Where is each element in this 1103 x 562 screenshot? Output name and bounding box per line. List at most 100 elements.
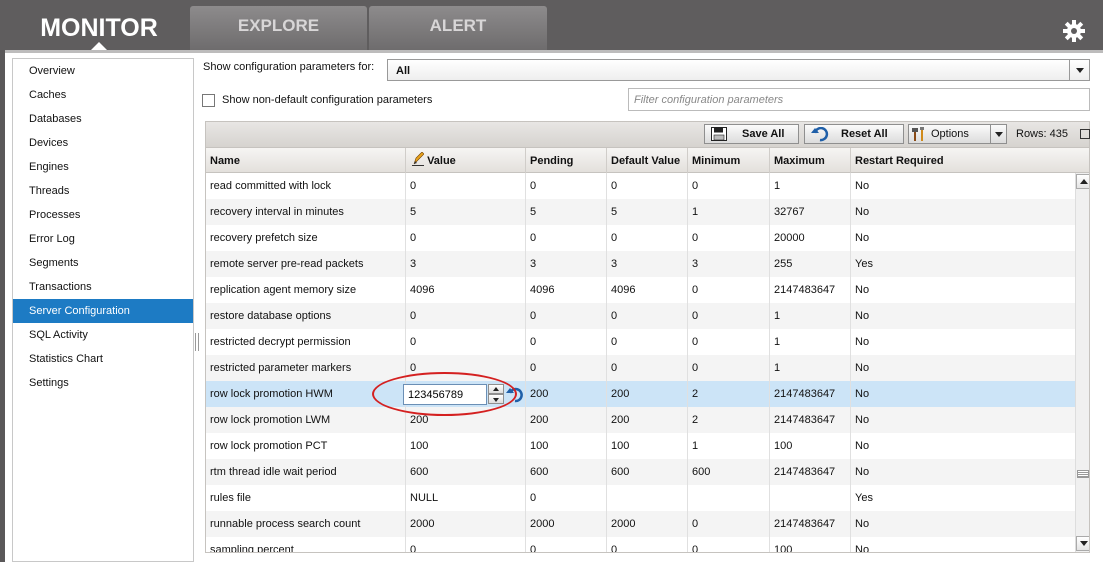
cell-value[interactable]: 200 <box>406 407 526 433</box>
cell-name: replication agent memory size <box>206 277 406 303</box>
column-header-name[interactable]: Name <box>206 148 406 173</box>
sidebar-item-server-configuration[interactable]: Server Configuration <box>13 299 193 323</box>
cell-value[interactable]: 4096 <box>406 277 526 303</box>
cell-maximum: 100 <box>770 433 851 459</box>
main-panel: Show configuration parameters for: All S… <box>200 53 1103 562</box>
table-row[interactable]: restore database options 0 0 0 0 1 No <box>206 303 1075 329</box>
cell-pending: 5 <box>526 199 607 225</box>
cell-value[interactable]: 100 <box>406 433 526 459</box>
cell-default: 0 <box>607 225 688 251</box>
nondefault-checkbox[interactable] <box>202 94 215 107</box>
tab-alert[interactable]: ALERT <box>369 6 547 50</box>
tab-monitor-label: MONITOR <box>40 14 158 42</box>
table-row[interactable]: row lock promotion PCT 100 100 100 1 100 No <box>206 433 1075 459</box>
filter-input[interactable] <box>628 88 1090 111</box>
table-row[interactable]: recovery interval in minutes 5 5 5 1 32767 No <box>206 199 1075 225</box>
maximize-icon[interactable] <box>1080 129 1090 139</box>
options-button[interactable]: Options <box>908 124 1007 144</box>
tools-icon <box>912 127 924 141</box>
cell-maximum: 32767 <box>770 199 851 225</box>
table-row[interactable]: rtm thread idle wait period 600 600 600 600 2… <box>206 459 1075 485</box>
cell-value[interactable]: 0 <box>406 303 526 329</box>
value-stepper[interactable] <box>488 384 504 405</box>
scroll-down-icon[interactable] <box>1076 536 1089 551</box>
sidebar-item-segments[interactable]: Segments <box>13 251 193 275</box>
column-header-pending[interactable]: Pending <box>526 148 607 173</box>
column-header-maximum[interactable]: Maximum <box>770 148 851 173</box>
save-all-label: Save All <box>742 128 785 140</box>
sidebar-item-threads[interactable]: Threads <box>13 179 193 203</box>
options-dropdown-chevron-down-icon[interactable] <box>990 125 1006 143</box>
scroll-up-icon[interactable] <box>1076 174 1089 189</box>
column-header-default-value[interactable]: Default Value <box>607 148 688 173</box>
cell-minimum: 1 <box>688 433 770 459</box>
table-row[interactable]: runnable process search count 2000 2000 200… <box>206 511 1075 537</box>
sidebar-item-processes[interactable]: Processes <box>13 203 193 227</box>
revert-value-icon[interactable] <box>506 386 524 403</box>
grid-toolbar: Save All Reset All Options Rows: 435 <box>205 121 1090 147</box>
tab-explore[interactable]: EXPLORE <box>190 6 367 50</box>
sidebar-item-settings[interactable]: Settings <box>13 371 193 395</box>
sidebar-item-error-log[interactable]: Error Log <box>13 227 193 251</box>
table-row[interactable]: remote server pre-read packets 3 3 3 3 255 Yes <box>206 251 1075 277</box>
table-row[interactable]: row lock promotion HWM 200 200 2 2147483647 N… <box>206 372 1075 416</box>
sidebar-item-sql-activity[interactable]: SQL Activity <box>13 323 193 347</box>
sidebar-item-engines[interactable]: Engines <box>13 155 193 179</box>
chevron-down-icon[interactable] <box>1069 60 1089 80</box>
cell-maximum: 20000 <box>770 225 851 251</box>
cell-value[interactable]: 2000 <box>406 511 526 537</box>
cell-maximum: 2147483647 <box>770 511 851 537</box>
stepper-down-icon[interactable] <box>488 394 504 404</box>
column-header-restart-required[interactable]: Restart Required <box>851 148 1075 173</box>
cell-default: 5 <box>607 199 688 225</box>
sidebar-item-statistics-chart[interactable]: Statistics Chart <box>13 347 193 371</box>
tab-explore-label: EXPLORE <box>237 16 320 35</box>
gear-icon[interactable] <box>1062 19 1086 43</box>
table-row[interactable]: recovery prefetch size 0 0 0 0 20000 No <box>206 225 1075 251</box>
table-row[interactable]: restricted decrypt permission 0 0 0 0 1 No <box>206 329 1075 355</box>
table-row[interactable]: rules file NULL 0 Yes <box>206 485 1075 511</box>
cell-value[interactable]: 600 <box>406 459 526 485</box>
cell-restart: No <box>855 232 870 244</box>
cell-restart: No <box>855 180 870 192</box>
column-header-value[interactable]: Value <box>406 148 526 173</box>
cell-value[interactable]: 0 <box>406 225 526 251</box>
stepper-up-icon[interactable] <box>488 384 504 394</box>
cell-pending: 200 <box>526 407 607 433</box>
sidebar-item-devices[interactable]: Devices <box>13 131 193 155</box>
column-header-minimum[interactable]: Minimum <box>688 148 770 173</box>
cell-value[interactable]: NULL <box>406 485 526 511</box>
table-row[interactable]: row lock promotion LWM 200 200 200 2 21474836… <box>206 407 1075 433</box>
scope-select[interactable]: All <box>387 59 1090 81</box>
cell-name: recovery prefetch size <box>206 225 406 251</box>
cell-value[interactable]: 0 <box>406 537 526 552</box>
value-editor-input[interactable] <box>403 384 487 405</box>
scrollbar-thumb[interactable] <box>1077 470 1089 478</box>
table-row[interactable]: replication agent memory size 4096 4096 409… <box>206 277 1075 303</box>
vertical-scrollbar[interactable] <box>1075 173 1089 552</box>
reset-all-button[interactable]: Reset All <box>804 124 904 144</box>
cell-minimum: 0 <box>688 355 770 381</box>
sidebar-splitter-handle[interactable] <box>195 333 199 351</box>
save-all-button[interactable]: Save All <box>704 124 799 144</box>
sidebar-item-caches[interactable]: Caches <box>13 83 193 107</box>
table-row[interactable]: restricted parameter markers 0 0 0 0 1 No <box>206 355 1075 381</box>
cell-maximum: 1 <box>770 355 851 381</box>
cell-name: runnable process search count <box>206 511 406 537</box>
cell-default: 200 <box>607 381 688 407</box>
table-row[interactable]: sampling percent 0 0 0 0 100 No <box>206 537 1075 552</box>
table-row[interactable]: read committed with lock 0 0 0 0 1 No <box>206 173 1075 199</box>
sidebar-item-overview[interactable]: Overview <box>13 59 193 83</box>
cell-name: restore database options <box>206 303 406 329</box>
sidebar-item-databases[interactable]: Databases <box>13 107 193 131</box>
cell-pending: 0 <box>526 537 607 552</box>
cell-value[interactable]: 0 <box>406 173 526 199</box>
cell-minimum: 2 <box>688 407 770 433</box>
cell-value[interactable]: 0 <box>406 329 526 355</box>
cell-value[interactable]: 0 <box>406 355 526 381</box>
sidebar-item-transactions[interactable]: Transactions <box>13 275 193 299</box>
tab-monitor[interactable]: MONITOR <box>10 6 188 50</box>
cell-value[interactable]: 3 <box>406 251 526 277</box>
cell-value[interactable]: 5 <box>406 199 526 225</box>
cell-default: 100 <box>607 433 688 459</box>
